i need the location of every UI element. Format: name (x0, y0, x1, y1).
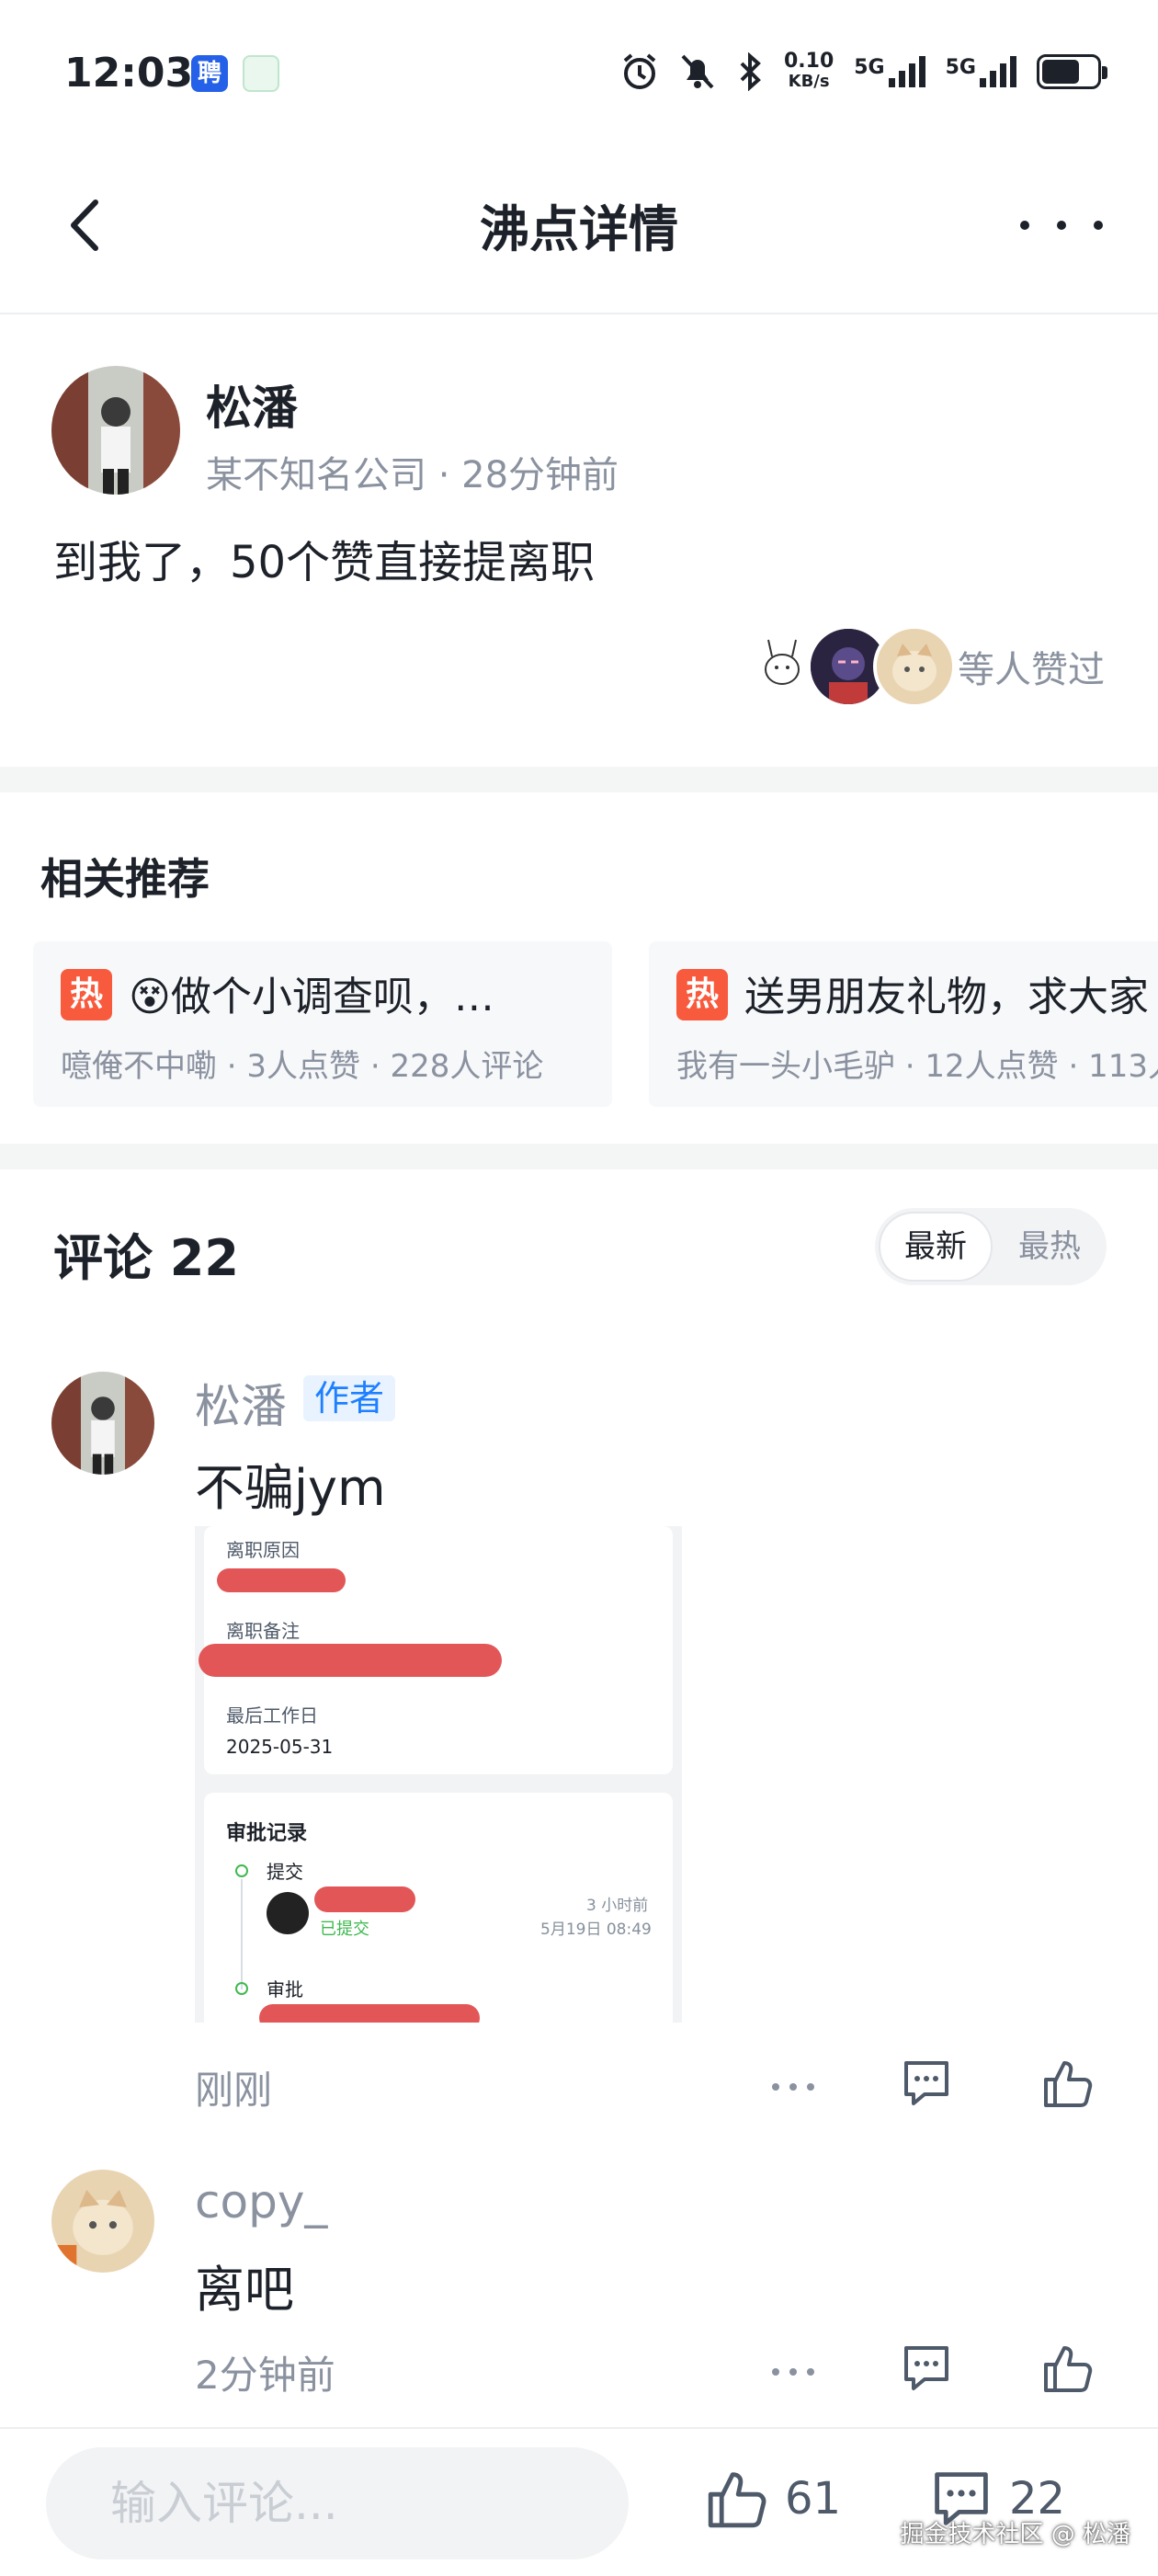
status-time: 12:03 (64, 50, 194, 97)
comment-time: 刚刚 (195, 2068, 273, 2113)
bluetooth-icon (740, 52, 761, 91)
reason-label: 离职原因 (226, 1539, 300, 1561)
redaction (259, 2004, 480, 2023)
step-status: 已提交 (320, 1920, 369, 1939)
net-speed: 0.10 KB/s (783, 50, 834, 92)
comments-title: 评论 22 (53, 1229, 239, 1287)
page-title: 沸点详情 (480, 200, 678, 258)
post-time: 28分钟前 (461, 454, 619, 496)
alarm-icon (623, 53, 656, 89)
liked-by-text[interactable]: 等人赞过 (958, 640, 1105, 693)
approval-title: 审批记录 (226, 1822, 308, 1845)
lastday-value: 2025-05-31 (226, 1736, 334, 1758)
comment-more-icon[interactable] (772, 2344, 814, 2399)
recommend-card-title: 送男朋友礼物，求大家 (744, 974, 1149, 1020)
note-label: 离职备注 (226, 1620, 300, 1642)
more-options-icon[interactable] (1020, 193, 1103, 257)
step-time: 3 小时前 (586, 1897, 649, 1915)
commenter-name[interactable]: copy_ (195, 2175, 327, 2228)
post-content: 到我了，50个赞直接提离职 (53, 537, 596, 588)
comment-sort-toggle: 最新 最热 (875, 1208, 1107, 1285)
redaction (199, 1644, 502, 1677)
reply-icon[interactable] (899, 2341, 954, 2396)
author-badge: 作者 (303, 1375, 396, 1421)
sort-newest-button[interactable]: 最新 (879, 1212, 993, 1282)
app-notification-icon: 聘 (191, 55, 228, 92)
top-navbar: 沸点详情 (0, 147, 1158, 314)
like-count: 61 (785, 2473, 842, 2525)
recommend-card-title: 😵做个小调查呗，… (129, 974, 494, 1020)
hot-badge: 热 (61, 969, 112, 1020)
like-icon[interactable] (1040, 2341, 1096, 2396)
wechat-notification-icon (243, 55, 279, 92)
post-like-button[interactable]: 61 (704, 2466, 841, 2532)
section-divider (0, 1144, 1158, 1169)
comment-more-icon[interactable] (772, 2059, 814, 2114)
commenter-avatar[interactable] (51, 1372, 154, 1475)
sort-hottest-button[interactable]: 最热 (998, 1212, 1101, 1282)
comment-text: 不骗jym (195, 1459, 386, 1517)
liker-avatar (873, 625, 956, 708)
commenter-name[interactable]: 松潘 (195, 1370, 287, 1436)
status-icons: 0.10 KB/s 5G 5G (620, 50, 1107, 92)
battery-icon (1037, 54, 1107, 89)
redaction (314, 1886, 415, 1912)
section-divider (0, 767, 1158, 792)
author-avatar[interactable] (51, 366, 180, 495)
watermark: 掘金技术社区 @ 松潘 (900, 2521, 1130, 2548)
reply-icon[interactable] (899, 2056, 954, 2111)
post-meta: 某不知名公司 · 28分钟前 (206, 454, 619, 496)
signal-1: 5G (854, 56, 925, 87)
recommend-card-meta: 噫俺不中嘞 · 3人点赞 · 228人评论 (61, 1048, 544, 1085)
hot-badge: 热 (676, 969, 728, 1020)
signal-2: 5G (946, 56, 1016, 87)
step-date: 5月19日 08:49 (540, 1921, 652, 1939)
redaction (217, 1568, 346, 1592)
comment-input[interactable]: 输入评论... (46, 2447, 629, 2559)
commenter-avatar[interactable] (51, 2170, 154, 2273)
bottom-bar: 输入评论... 61 22 掘金技术社区 @ 松潘 (0, 2427, 1158, 2576)
liker-avatars[interactable] (741, 625, 956, 708)
recommend-card[interactable]: 热 送男朋友礼物，求大家 我有一头小毛驴 · 12人点赞 · 113人 (649, 941, 1158, 1107)
mute-bell-icon (681, 54, 714, 89)
like-icon[interactable] (1040, 2056, 1096, 2111)
comment-text: 离吧 (195, 2261, 294, 2319)
lastday-label: 最后工作日 (226, 1704, 318, 1727)
comment-time: 2分钟前 (195, 2353, 335, 2398)
thumbs-up-icon (708, 2472, 766, 2528)
step-approve: 审批 (267, 1978, 303, 2000)
author-name[interactable]: 松潘 (206, 371, 298, 438)
status-bar: 12:03 聘 0.10 KB/s 5G 5G (0, 0, 1158, 147)
recommend-card[interactable]: 热 😵做个小调查呗，… 噫俺不中嘞 · 3人点赞 · 228人评论 (33, 941, 612, 1107)
comment-image[interactable]: 离职原因 离职备注 最后工作日 2025-05-31 审批记录 提交 已提交 3… (195, 1526, 682, 2023)
author-company: 某不知名公司 (206, 454, 426, 496)
recommend-card-meta: 我有一头小毛驴 · 12人点赞 · 113人 (676, 1048, 1158, 1085)
step-submit: 提交 (267, 1861, 303, 1883)
recommend-title: 相关推荐 (40, 854, 210, 904)
